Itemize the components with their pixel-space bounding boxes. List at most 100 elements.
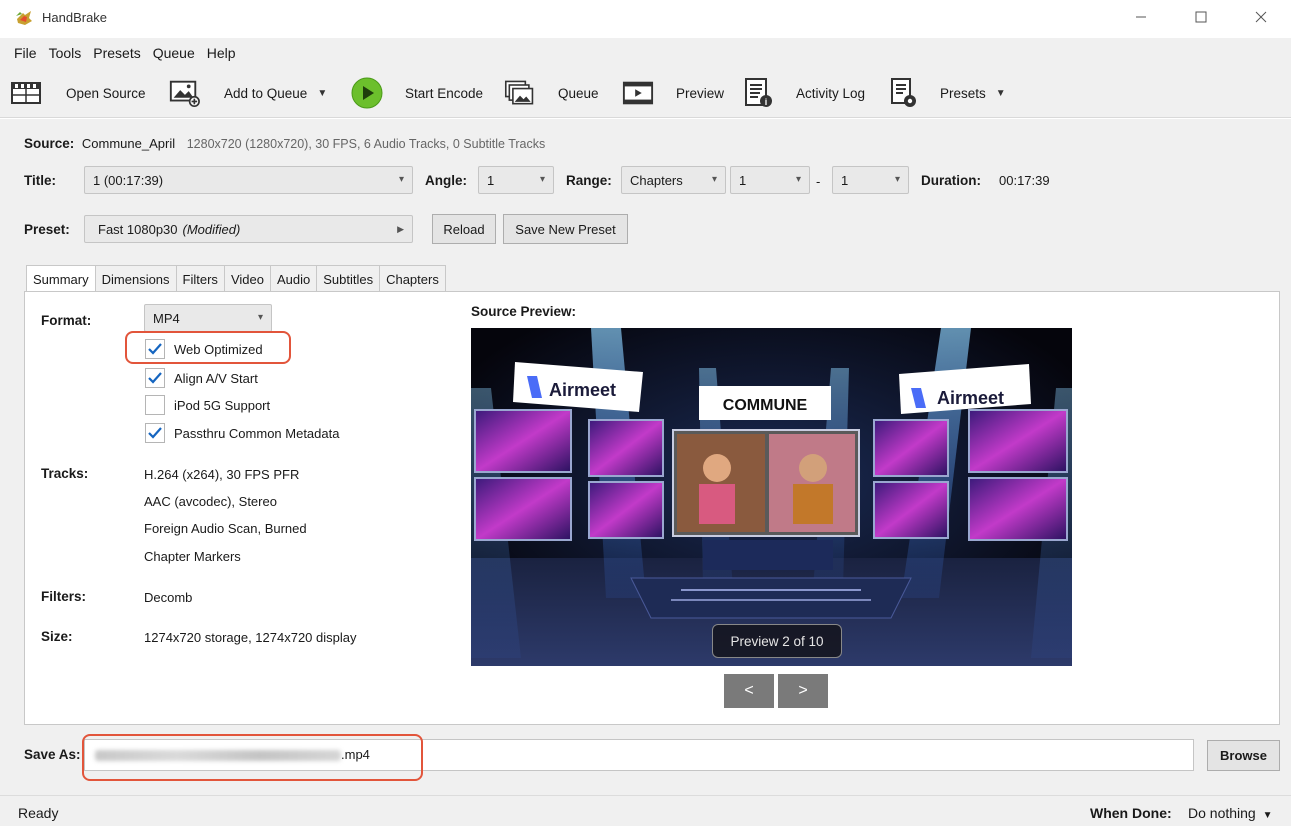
angle-label: Angle: bbox=[425, 173, 467, 188]
preview-counter: Preview 2 of 10 bbox=[712, 624, 842, 658]
ipod-5g-support-label: iPod 5G Support bbox=[174, 398, 271, 413]
track-item: Foreign Audio Scan, Burned bbox=[144, 521, 307, 536]
format-select-value: MP4 bbox=[153, 310, 180, 326]
preset-select[interactable]: Fast 1080p30 (Modified) ▶ bbox=[84, 215, 413, 243]
handbrake-logo-icon bbox=[14, 9, 34, 27]
duration-value: 00:17:39 bbox=[999, 173, 1050, 188]
range-type-select[interactable]: Chapters ▾ bbox=[621, 166, 726, 194]
track-item: H.264 (x264), 30 FPS PFR bbox=[144, 467, 300, 482]
source-label: Source: bbox=[24, 136, 75, 151]
preview-button[interactable]: Preview bbox=[622, 76, 724, 110]
passthru-metadata-label: Passthru Common Metadata bbox=[174, 426, 340, 441]
presets-gear-icon bbox=[888, 78, 920, 108]
duration-label: Duration: bbox=[921, 173, 981, 188]
preset-label: Preset: bbox=[24, 222, 70, 237]
size-label: Size: bbox=[41, 629, 73, 644]
save-as-label: Save As: bbox=[24, 747, 81, 762]
format-select[interactable]: MP4 ▾ bbox=[144, 304, 272, 332]
open-source-label: Open Source bbox=[66, 85, 146, 101]
chevron-down-icon: ▼ bbox=[1262, 810, 1273, 821]
minimize-icon[interactable] bbox=[1118, 0, 1164, 34]
angle-select-value: 1 bbox=[487, 172, 495, 188]
preset-modified: (Modified) bbox=[182, 221, 241, 237]
maximize-icon[interactable] bbox=[1178, 0, 1224, 34]
tab-filters[interactable]: Filters bbox=[175, 265, 225, 292]
range-start-select[interactable]: 1 ▾ bbox=[730, 166, 810, 194]
add-to-queue-button[interactable]: Add to Queue ▼ bbox=[168, 76, 327, 110]
reload-button[interactable]: Reload bbox=[432, 214, 496, 244]
range-end-value: 1 bbox=[841, 172, 849, 188]
source-preview-image: Airmeet COMMUNE Airmeet Preview 2 of 10 bbox=[471, 328, 1072, 666]
close-icon[interactable] bbox=[1238, 0, 1284, 34]
start-encode-label: Start Encode bbox=[405, 85, 484, 101]
filters-value: Decomb bbox=[144, 590, 193, 605]
title-label: Title: bbox=[24, 173, 57, 188]
format-label: Format: bbox=[41, 313, 92, 328]
summary-panel: Format: MP4 ▾ Web Optimized Align A/V St… bbox=[24, 291, 1280, 725]
chevron-down-icon: ▾ bbox=[257, 312, 263, 323]
status-bar: Ready When Done: Do nothing ▼ bbox=[0, 795, 1291, 826]
chevron-down-icon[interactable]: ▼ bbox=[996, 88, 1006, 99]
tab-video[interactable]: Video bbox=[223, 265, 271, 292]
menu-bar: File Tools Presets Queue Help bbox=[0, 38, 1291, 68]
range-separator: - bbox=[816, 174, 821, 189]
browse-button[interactable]: Browse bbox=[1207, 740, 1280, 771]
queue-button[interactable]: Queue bbox=[504, 76, 599, 110]
save-as-highlight bbox=[82, 734, 423, 781]
title-select[interactable]: 1 (00:17:39) ▾ bbox=[84, 166, 413, 194]
presets-label: Presets bbox=[940, 85, 986, 101]
activity-log-label: Activity Log bbox=[796, 85, 866, 101]
save-new-preset-button[interactable]: Save New Preset bbox=[503, 214, 628, 244]
angle-select[interactable]: 1 ▾ bbox=[478, 166, 554, 194]
activity-log-button[interactable]: i Activity Log bbox=[742, 76, 865, 110]
menu-file[interactable]: File bbox=[8, 45, 43, 61]
chevron-down-icon[interactable]: ▼ bbox=[317, 88, 327, 99]
start-encode-button[interactable]: Start Encode bbox=[351, 76, 483, 110]
previous-preview-button[interactable]: < bbox=[724, 674, 774, 708]
tab-dimensions[interactable]: Dimensions bbox=[94, 265, 177, 292]
toolbar: Open Source Add to Queue ▼ Start Encode bbox=[0, 68, 1291, 118]
when-done-label: When Done: bbox=[1090, 805, 1172, 821]
filters-label: Filters: bbox=[41, 589, 87, 604]
tracks-label: Tracks: bbox=[41, 466, 89, 481]
tab-subtitles[interactable]: Subtitles bbox=[316, 265, 381, 292]
presets-button[interactable]: Presets ▼ bbox=[888, 76, 1006, 110]
play-icon bbox=[351, 77, 383, 109]
menu-presets[interactable]: Presets bbox=[87, 45, 146, 61]
track-item: Chapter Markers bbox=[144, 549, 241, 564]
open-source-button[interactable]: Open Source bbox=[10, 76, 146, 110]
passthru-metadata-checkbox[interactable] bbox=[145, 423, 165, 443]
tab-chapters[interactable]: Chapters bbox=[379, 265, 446, 292]
when-done-value: Do nothing bbox=[1188, 805, 1256, 821]
checkmark-icon bbox=[148, 427, 162, 439]
add-to-queue-label: Add to Queue bbox=[224, 85, 308, 101]
title-select-value: 1 (00:17:39) bbox=[93, 172, 164, 188]
source-info: 1280x720 (1280x720), 30 FPS, 6 Audio Tra… bbox=[186, 137, 546, 151]
range-end-select[interactable]: 1 ▾ bbox=[832, 166, 909, 194]
when-done-select[interactable]: Do nothing ▼ bbox=[1188, 805, 1273, 821]
checkmark-icon bbox=[148, 372, 162, 384]
title-bar: HandBrake bbox=[0, 0, 1291, 36]
add-image-icon bbox=[168, 78, 200, 108]
chevron-down-icon: ▾ bbox=[398, 174, 404, 185]
brand-center-text: COMMUNE bbox=[723, 397, 808, 414]
brand-right-text: Airmeet bbox=[937, 388, 1004, 408]
log-document-icon: i bbox=[742, 78, 774, 108]
range-label: Range: bbox=[566, 173, 612, 188]
tab-audio[interactable]: Audio bbox=[269, 265, 318, 292]
svg-text:i: i bbox=[765, 97, 768, 107]
main-area: Source: Commune_April 1280x720 (1280x720… bbox=[0, 119, 1291, 795]
range-start-value: 1 bbox=[739, 172, 747, 188]
web-optimized-highlight bbox=[125, 331, 291, 364]
source-line: Source: Commune_April 1280x720 (1280x720… bbox=[24, 136, 545, 151]
align-av-start-checkbox[interactable] bbox=[145, 368, 165, 388]
film-strip-play-icon bbox=[622, 78, 654, 108]
menu-queue[interactable]: Queue bbox=[147, 45, 201, 61]
menu-help[interactable]: Help bbox=[201, 45, 242, 61]
tab-summary[interactable]: Summary bbox=[26, 265, 96, 293]
menu-tools[interactable]: Tools bbox=[43, 45, 88, 61]
brand-left-text: Airmeet bbox=[549, 380, 616, 400]
next-preview-button[interactable]: > bbox=[778, 674, 828, 708]
source-name: Commune_April bbox=[81, 136, 176, 151]
ipod-5g-support-checkbox[interactable] bbox=[145, 395, 165, 415]
